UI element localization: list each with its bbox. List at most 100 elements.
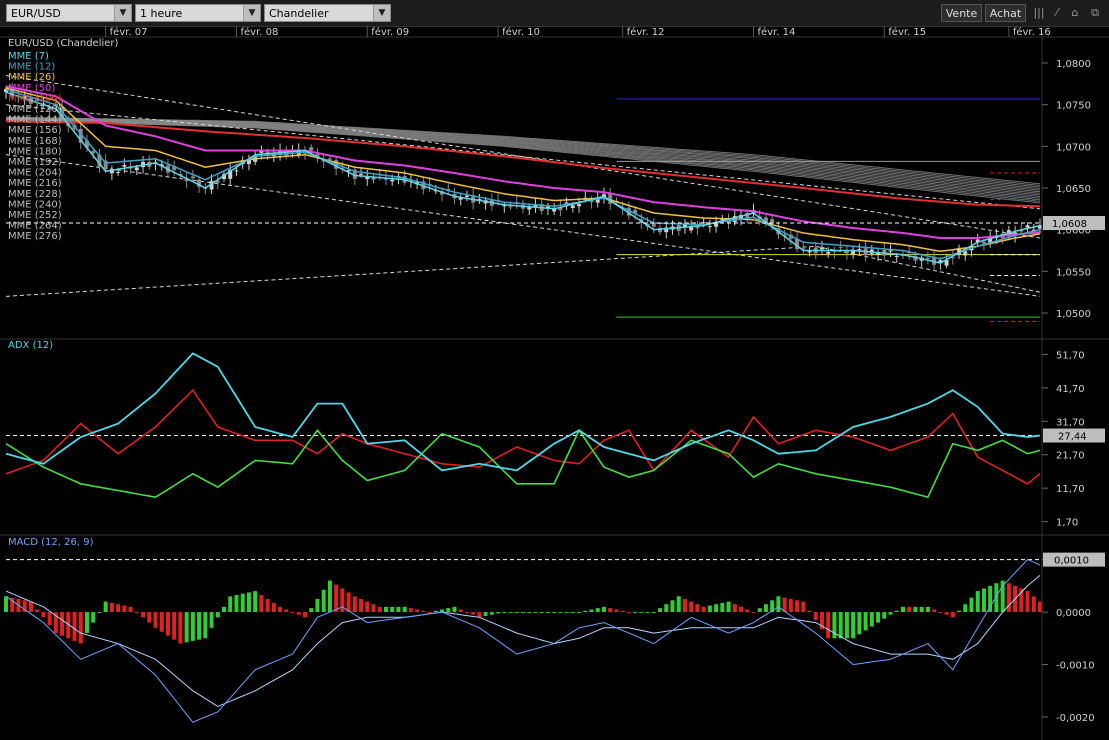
draw-line-tool-icon[interactable]: ⁄ <box>1048 5 1066 21</box>
macd-histogram-bar[interactable] <box>795 600 800 613</box>
macd-histogram-bar[interactable] <box>664 604 669 613</box>
macd-histogram-bar[interactable] <box>589 609 594 613</box>
macd-histogram-bar[interactable] <box>1025 591 1030 613</box>
macd-histogram-bar[interactable] <box>265 598 270 613</box>
macd-histogram-bar[interactable] <box>527 612 532 614</box>
macd-histogram-bar[interactable] <box>402 606 407 613</box>
macd-histogram-bar[interactable] <box>863 612 868 631</box>
macd-histogram-bar[interactable] <box>147 612 152 623</box>
macd-histogram-bar[interactable] <box>900 606 905 613</box>
macd-histogram-bar[interactable] <box>116 604 121 613</box>
macd-histogram-bar[interactable] <box>502 612 507 614</box>
macd-histogram-bar[interactable] <box>315 598 320 613</box>
macd-histogram-bar[interactable] <box>178 612 183 644</box>
macd-panel[interactable]: MACD (12, 26, 9) <box>4 537 1042 723</box>
macd-histogram-bar[interactable] <box>122 605 127 613</box>
macd-histogram-bar[interactable] <box>577 612 582 614</box>
macd-histogram-bar[interactable] <box>327 580 332 613</box>
macd-histogram-bar[interactable] <box>763 604 768 613</box>
macd-histogram-bar[interactable] <box>701 606 706 613</box>
macd-histogram-bar[interactable] <box>601 606 606 613</box>
macd-histogram-bar[interactable] <box>869 612 874 627</box>
adx-line[interactable] <box>5 352 1041 472</box>
macd-histogram-bar[interactable] <box>558 612 563 614</box>
macd-histogram-bar[interactable] <box>894 610 899 613</box>
macd-histogram-bar[interactable] <box>190 612 195 641</box>
candle-body[interactable] <box>122 165 127 167</box>
macd-histogram-bar[interactable] <box>888 612 893 615</box>
macd-histogram-bar[interactable] <box>421 610 426 613</box>
macd-histogram-bar[interactable] <box>47 612 52 626</box>
macd-histogram-bar[interactable] <box>290 612 295 614</box>
macd-histogram-bar[interactable] <box>446 608 451 613</box>
macd-histogram-bar[interactable] <box>28 601 33 613</box>
macd-histogram-bar[interactable] <box>932 609 937 613</box>
macd-histogram-bar[interactable] <box>994 583 999 613</box>
macd-histogram-bar[interactable] <box>284 609 289 613</box>
macd-histogram-bar[interactable] <box>844 612 849 639</box>
candle-body[interactable] <box>116 172 121 174</box>
macd-histogram-bar[interactable] <box>78 612 83 644</box>
candle-body[interactable] <box>577 204 582 207</box>
macd-histogram-bar[interactable] <box>477 612 482 618</box>
macd-histogram-bar[interactable] <box>732 604 737 613</box>
candle-body[interactable] <box>689 226 694 231</box>
macd-histogram-bar[interactable] <box>882 612 887 619</box>
macd-histogram-bar[interactable] <box>234 595 239 613</box>
macd-histogram-bar[interactable] <box>714 604 719 613</box>
macd-histogram-bar[interactable] <box>981 588 986 613</box>
macd-histogram-bar[interactable] <box>788 598 793 613</box>
macd-signal-line[interactable] <box>5 575 1041 708</box>
di-plus-line[interactable] <box>5 428 1041 499</box>
macd-histogram-bar[interactable] <box>427 612 432 614</box>
macd-histogram-bar[interactable] <box>184 612 189 643</box>
macd-histogram-bar[interactable] <box>963 604 968 613</box>
macd-histogram-bar[interactable] <box>570 612 575 614</box>
macd-histogram-bar[interactable] <box>415 609 420 613</box>
macd-histogram-bar[interactable] <box>271 602 276 613</box>
macd-histogram-bar[interactable] <box>458 609 463 613</box>
macd-histogram-bar[interactable] <box>302 612 307 618</box>
macd-histogram-bar[interactable] <box>35 609 40 613</box>
sell-button[interactable]: Vente <box>941 4 982 22</box>
macd-histogram-bar[interactable] <box>197 612 202 640</box>
macd-histogram-bar[interactable] <box>483 612 488 617</box>
macd-histogram-bar[interactable] <box>97 612 102 614</box>
chart-area[interactable]: EUR/USD (Chandelier) MME (7)MME (12)MME … <box>0 26 1109 740</box>
macd-histogram-bar[interactable] <box>365 601 370 613</box>
trend-line[interactable] <box>5 104 1041 210</box>
macd-histogram-bar[interactable] <box>109 602 114 613</box>
macd-histogram-bar[interactable] <box>938 612 943 614</box>
macd-histogram-bar[interactable] <box>41 612 46 618</box>
macd-histogram-bar[interactable] <box>452 606 457 613</box>
macd-histogram-bar[interactable] <box>72 612 77 641</box>
candle-body[interactable] <box>234 170 239 172</box>
macd-histogram-bar[interactable] <box>626 612 631 614</box>
candle-body[interactable] <box>1025 225 1030 228</box>
macd-histogram-bar[interactable] <box>751 612 756 614</box>
symbol-select[interactable]: EUR/USD ▼ <box>6 4 132 22</box>
macd-histogram-bar[interactable] <box>925 606 930 613</box>
macd-histogram-bar[interactable] <box>471 612 476 615</box>
candle-body[interactable] <box>826 251 831 254</box>
macd-histogram-bar[interactable] <box>907 606 912 613</box>
macd-histogram-bar[interactable] <box>508 612 513 614</box>
macd-histogram-bar[interactable] <box>1038 601 1042 613</box>
macd-histogram-bar[interactable] <box>203 612 208 639</box>
macd-histogram-bar[interactable] <box>464 612 469 614</box>
macd-histogram-bar[interactable] <box>408 608 413 613</box>
macd-histogram-bar[interactable] <box>682 598 687 613</box>
macd-histogram-bar[interactable] <box>84 612 89 634</box>
macd-histogram-bar[interactable] <box>1031 596 1036 613</box>
macd-histogram-bar[interactable] <box>352 596 357 613</box>
di-minus-line[interactable] <box>5 388 1041 485</box>
macd-histogram-bar[interactable] <box>807 610 812 613</box>
macd-histogram-bar[interactable] <box>371 604 376 613</box>
candle-body[interactable] <box>134 167 139 171</box>
macd-histogram-bar[interactable] <box>103 601 108 613</box>
candle-body[interactable] <box>327 158 332 160</box>
candle-body[interactable] <box>838 247 843 249</box>
macd-histogram-bar[interactable] <box>695 604 700 613</box>
candle-body[interactable] <box>570 205 575 209</box>
macd-histogram-bar[interactable] <box>334 584 339 613</box>
